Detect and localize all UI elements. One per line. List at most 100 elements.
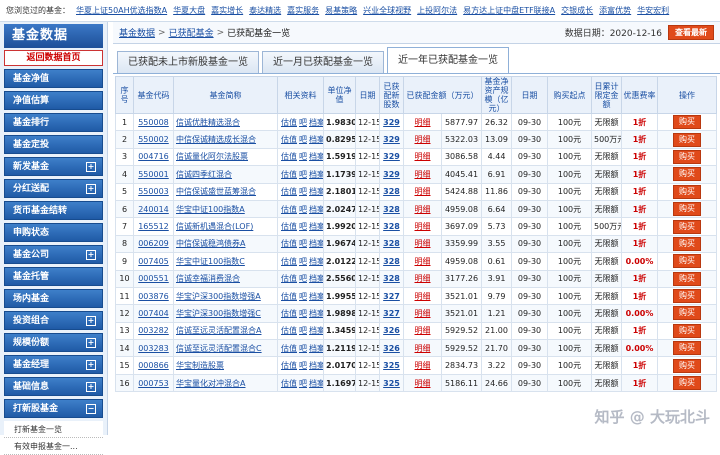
- detail-link[interactable]: 明细: [415, 326, 431, 335]
- fund-name-link[interactable]: 信诚量化阿尔法股票: [176, 152, 248, 161]
- ipo-count-link[interactable]: 325: [383, 361, 400, 370]
- forum-link[interactable]: 吧: [299, 152, 307, 161]
- expand-toggle-icon[interactable]: +: [86, 338, 96, 348]
- sidebar-item[interactable]: 基金经理+: [4, 355, 103, 374]
- detail-link[interactable]: 明细: [415, 257, 431, 266]
- column-header[interactable]: 日期: [512, 77, 548, 114]
- detail-link[interactable]: 明细: [415, 152, 431, 161]
- forum-link[interactable]: 吧: [299, 205, 307, 214]
- profile-link[interactable]: 档案: [309, 170, 324, 179]
- valuation-link[interactable]: 估值: [281, 274, 297, 283]
- profile-link[interactable]: 档案: [309, 344, 324, 353]
- buy-button[interactable]: 购买: [673, 185, 701, 199]
- sidebar-item[interactable]: 分红送配+: [4, 179, 103, 198]
- browse-history-link[interactable]: 交银成长: [561, 5, 593, 16]
- sidebar-item[interactable]: 基金排行: [4, 113, 103, 132]
- ipo-count-link[interactable]: 327: [383, 292, 400, 301]
- forum-link[interactable]: 吧: [299, 292, 307, 301]
- valuation-link[interactable]: 估值: [281, 222, 297, 231]
- return-home-button[interactable]: 返回数据首页: [4, 50, 103, 66]
- forum-link[interactable]: 吧: [299, 326, 307, 335]
- fund-code-link[interactable]: 007404: [138, 309, 169, 318]
- column-header[interactable]: 基金简称: [174, 77, 278, 114]
- valuation-link[interactable]: 估值: [281, 135, 297, 144]
- forum-link[interactable]: 吧: [299, 361, 307, 370]
- sidebar-item[interactable]: 净值估算: [4, 91, 103, 110]
- sidebar-subitem[interactable]: 有效申报基金一...: [4, 438, 103, 455]
- ipo-count-link[interactable]: 326: [383, 344, 400, 353]
- ipo-count-link[interactable]: 326: [383, 326, 400, 335]
- buy-button[interactable]: 购买: [673, 376, 701, 390]
- ipo-count-link[interactable]: 328: [383, 239, 400, 248]
- tab-last-month[interactable]: 近一月已获配基金一览: [262, 51, 384, 73]
- ipo-count-link[interactable]: 329: [383, 152, 400, 161]
- forum-link[interactable]: 吧: [299, 135, 307, 144]
- ipo-count-link[interactable]: 325: [383, 379, 400, 388]
- valuation-link[interactable]: 估值: [281, 205, 297, 214]
- fund-name-link[interactable]: 信诚至远灵活配置混合C: [176, 344, 262, 353]
- view-latest-button[interactable]: 查看最新: [668, 25, 714, 40]
- sidebar-item[interactable]: 基金托管: [4, 267, 103, 286]
- tab-last-year[interactable]: 近一年已获配基金一览: [387, 47, 509, 73]
- browse-history-link[interactable]: 华安宏利: [637, 5, 669, 16]
- browse-history-link[interactable]: 上投阿尔法: [417, 5, 457, 16]
- profile-link[interactable]: 档案: [309, 135, 324, 144]
- forum-link[interactable]: 吧: [299, 170, 307, 179]
- tab-unlisted-allocated[interactable]: 已获配未上市新股基金一览: [117, 51, 259, 73]
- sidebar-item[interactable]: 基础信息+: [4, 377, 103, 396]
- detail-link[interactable]: 明细: [415, 135, 431, 144]
- fund-code-link[interactable]: 007405: [138, 257, 169, 266]
- ipo-count-link[interactable]: 329: [383, 135, 400, 144]
- valuation-link[interactable]: 估值: [281, 239, 297, 248]
- forum-link[interactable]: 吧: [299, 274, 307, 283]
- forum-link[interactable]: 吧: [299, 187, 307, 196]
- ipo-count-link[interactable]: 328: [383, 257, 400, 266]
- fund-code-link[interactable]: 165512: [138, 222, 169, 231]
- sidebar-item[interactable]: 申购状态: [4, 223, 103, 242]
- fund-code-link[interactable]: 003283: [138, 344, 169, 353]
- profile-link[interactable]: 档案: [309, 257, 324, 266]
- detail-link[interactable]: 明细: [415, 274, 431, 283]
- ipo-count-link[interactable]: 328: [383, 274, 400, 283]
- sidebar-item[interactable]: 货币基金结转: [4, 201, 103, 220]
- fund-name-link[interactable]: 华宝制造股票: [176, 361, 224, 370]
- profile-link[interactable]: 档案: [309, 118, 324, 127]
- valuation-link[interactable]: 估值: [281, 344, 297, 353]
- sidebar-item[interactable]: 新发基金+: [4, 157, 103, 176]
- detail-link[interactable]: 明细: [415, 361, 431, 370]
- buy-button[interactable]: 购买: [673, 254, 701, 268]
- detail-link[interactable]: 明细: [415, 309, 431, 318]
- fund-name-link[interactable]: 信诚幸福消费混合: [176, 274, 240, 283]
- fund-name-link[interactable]: 信诚四季红混合: [176, 170, 232, 179]
- forum-link[interactable]: 吧: [299, 309, 307, 318]
- breadcrumb-allocated-funds[interactable]: 已获配基金: [169, 26, 214, 39]
- expand-toggle-icon[interactable]: +: [86, 316, 96, 326]
- buy-button[interactable]: 购买: [673, 341, 701, 355]
- detail-link[interactable]: 明细: [415, 118, 431, 127]
- column-header[interactable]: 优惠费率: [622, 77, 658, 114]
- profile-link[interactable]: 档案: [309, 326, 324, 335]
- profile-link[interactable]: 档案: [309, 309, 324, 318]
- valuation-link[interactable]: 估值: [281, 152, 297, 161]
- fund-name-link[interactable]: 华宝沪深300指数增强A: [176, 292, 261, 301]
- detail-link[interactable]: 明细: [415, 292, 431, 301]
- forum-link[interactable]: 吧: [299, 344, 307, 353]
- browse-history-link[interactable]: 易方达上证中盘ETF联接A: [463, 5, 555, 16]
- browse-history-link[interactable]: 华夏大盘: [173, 5, 205, 16]
- sidebar-subitem[interactable]: 打新基金一览: [4, 421, 103, 438]
- expand-toggle-icon[interactable]: +: [86, 250, 96, 260]
- fund-name-link[interactable]: 华宝中证100指数C: [176, 257, 245, 266]
- valuation-link[interactable]: 估值: [281, 309, 297, 318]
- fund-code-link[interactable]: 240014: [138, 205, 169, 214]
- valuation-link[interactable]: 估值: [281, 361, 297, 370]
- detail-link[interactable]: 明细: [415, 187, 431, 196]
- valuation-link[interactable]: 估值: [281, 326, 297, 335]
- buy-button[interactable]: 购买: [673, 306, 701, 320]
- detail-link[interactable]: 明细: [415, 170, 431, 179]
- expand-toggle-icon[interactable]: +: [86, 162, 96, 172]
- profile-link[interactable]: 档案: [309, 274, 324, 283]
- sidebar-item[interactable]: 投资组合+: [4, 311, 103, 330]
- forum-link[interactable]: 吧: [299, 379, 307, 388]
- fund-code-link[interactable]: 000866: [138, 361, 169, 370]
- column-header[interactable]: 日累计限定金额: [592, 77, 622, 114]
